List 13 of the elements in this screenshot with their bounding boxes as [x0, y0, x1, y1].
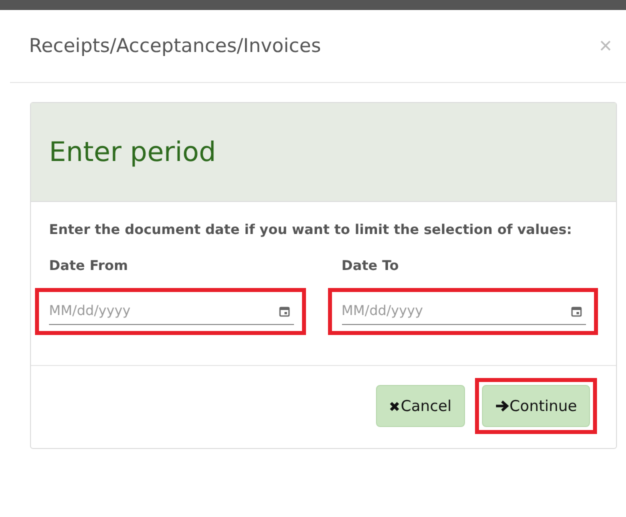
date-field[interactable]: MM/dd/yyyy: [49, 298, 294, 325]
instruction-text: Enter the document date if you want to limit the selection of values:: [49, 222, 573, 238]
arrow-right-icon: [494, 400, 509, 412]
close-icon: [388, 400, 400, 412]
continue-button[interactable]: Continue: [482, 385, 590, 427]
field-label: Date To: [342, 258, 400, 274]
date-field[interactable]: MM/dd/yyyy: [342, 298, 586, 325]
field-label: Date From: [49, 258, 129, 274]
calendar-icon[interactable]: [571, 306, 582, 317]
cancel-button[interactable]: Cancel: [376, 385, 465, 427]
calendar-icon[interactable]: [278, 306, 290, 317]
dialog-title: Receipts/Acceptances/Invoices: [29, 35, 321, 57]
panel-heading: Enter period: [49, 136, 216, 168]
